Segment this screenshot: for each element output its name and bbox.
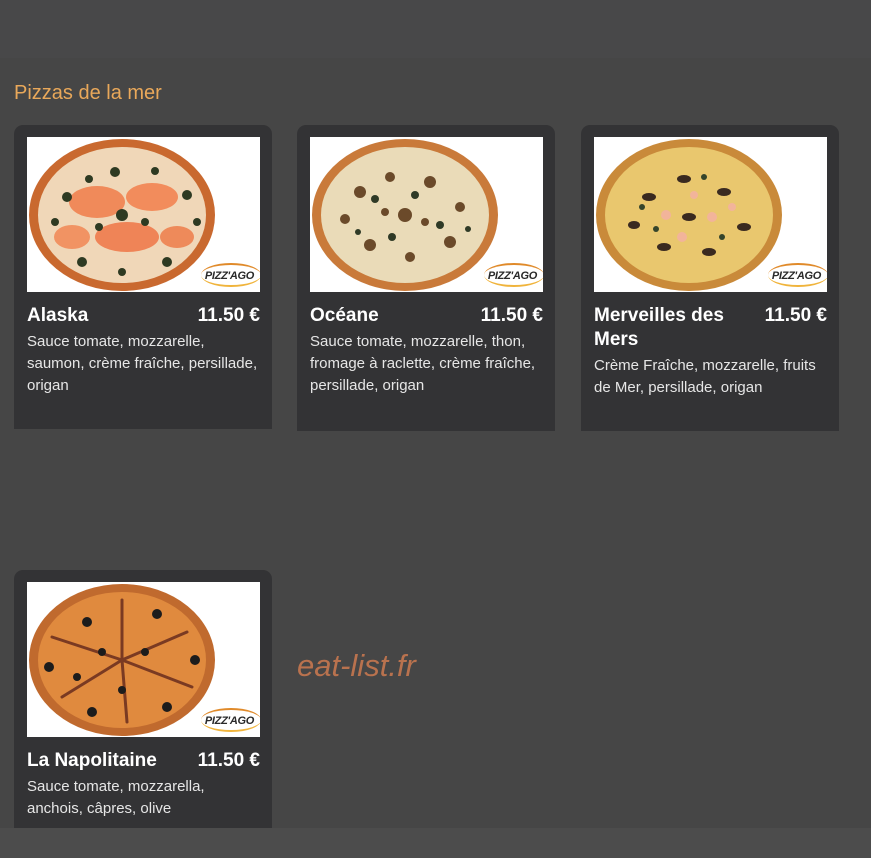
pizza-price: 11.50 € [480,305,543,326]
logo-ring-icon [767,263,827,287]
logo-ring-icon [483,263,543,287]
pizza-alaska-photo[interactable]: PIZZ'AGO [27,137,260,292]
pizza-description: Sauce tomate, mozzarella, anchois, câpre… [27,778,205,817]
pizzago-logo-badge: PIZZ'AGO [767,263,827,287]
pizzago-logo-badge: PIZZ'AGO [200,263,260,287]
logo-ring-icon [200,263,260,287]
pizza-name: La Napolitaine [27,750,157,771]
pizza-card-oceane[interactable]: PIZZ'AGO Océane 11.50 € Sauce tomate, mo… [297,125,555,431]
pizza-oceane-photo[interactable]: PIZZ'AGO [310,137,543,292]
pizza-card-la-napolitaine[interactable]: PIZZ'AGO La Napolitaine 11.50 € Sauce to… [14,570,272,828]
pizzago-logo-badge: PIZZ'AGO [483,263,543,287]
top-band [0,0,871,58]
eat-list-watermark: eat-list.fr [297,648,416,683]
pizza-price: 11.50 € [197,305,260,326]
pizza-description: Crème Fraîche, mozzarelle, fruits de Mer… [594,357,816,396]
pizza-card-alaska[interactable]: PIZZ'AGO Alaska 11.50 € Sauce tomate, mo… [14,125,272,429]
section-title: Pizzas de la mer [14,82,162,104]
pizza-price: 11.50 € [764,305,827,326]
pizza-napolitaine-photo[interactable]: PIZZ'AGO [27,582,260,737]
pizza-name: Alaska [27,305,89,326]
pizza-description: Sauce tomate, mozzarelle, saumon, crème … [27,333,258,394]
pizza-card-merveilles-des-mers[interactable]: PIZZ'AGO Merveilles des Mers 11.50 € Crè… [581,125,839,431]
pizza-name: Merveilles des Mers [594,305,724,350]
pizza-name: Océane [310,305,379,326]
pizza-description: Sauce tomate, mozzarelle, thon, fromage … [310,333,536,394]
pizza-merveilles-photo[interactable]: PIZZ'AGO [594,137,827,292]
pizza-price: 11.50 € [197,750,260,771]
bottom-band [0,828,871,858]
pizzago-logo-badge: PIZZ'AGO [200,708,260,732]
logo-ring-icon [200,708,260,732]
